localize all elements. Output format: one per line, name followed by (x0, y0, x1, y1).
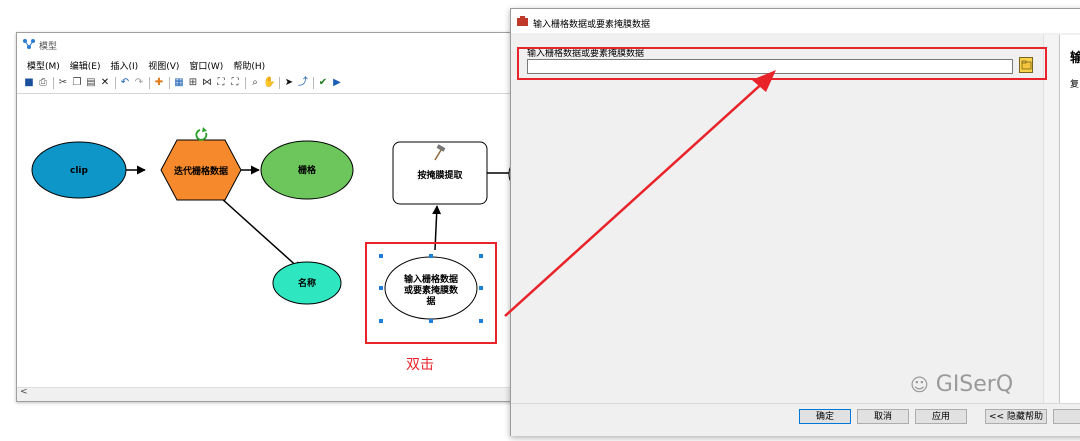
watermark: ☺ GISerQ (910, 372, 1013, 397)
wechat-icon: ☺ (910, 375, 929, 396)
watermark-text: GISerQ (935, 372, 1014, 397)
annotation-arrow-line (504, 79, 767, 317)
